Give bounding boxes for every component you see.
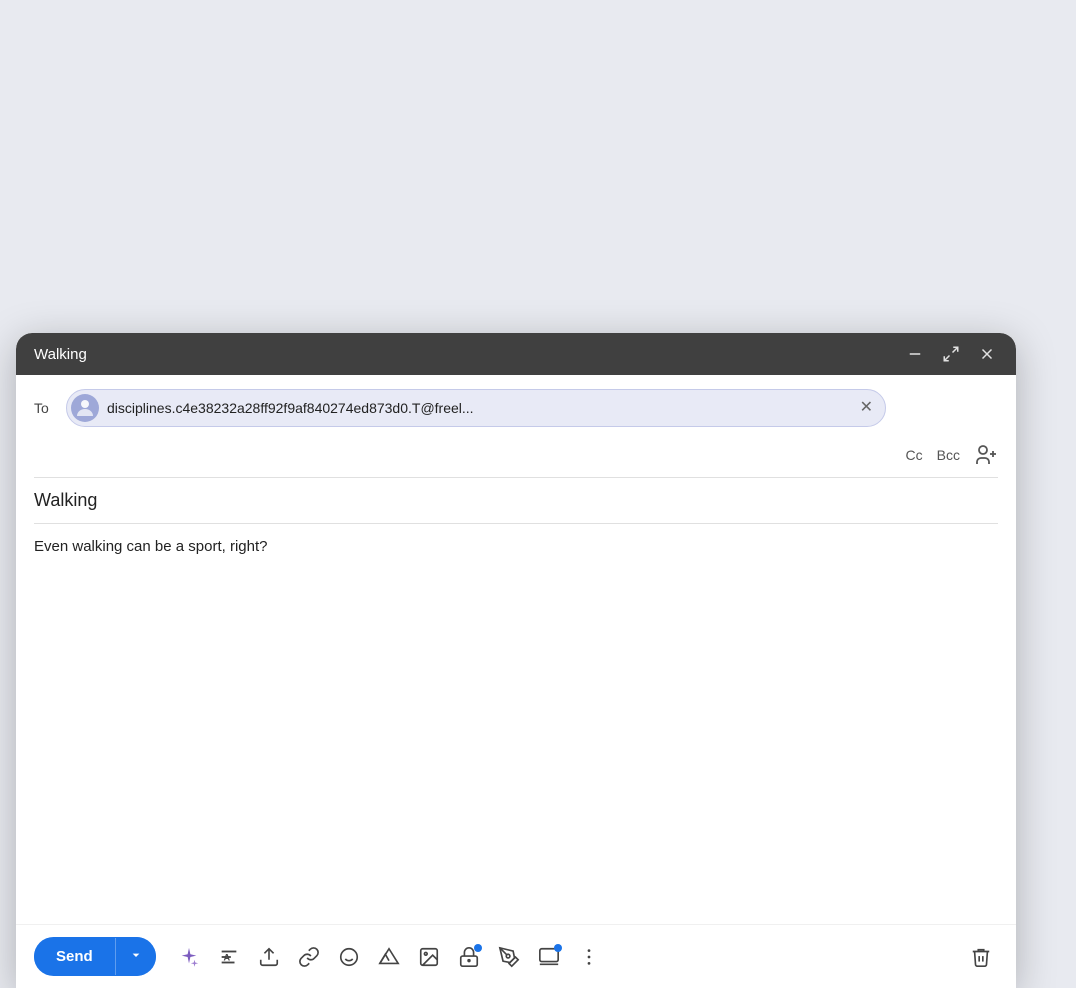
bcc-button[interactable]: Bcc: [937, 447, 960, 463]
to-label: To: [34, 400, 54, 416]
emoji-button[interactable]: [332, 940, 366, 974]
discard-button[interactable]: [964, 940, 998, 974]
compose-window: Walking: [16, 333, 1016, 988]
send-button-group: Send: [34, 937, 156, 976]
toolbar: Send A: [16, 924, 1016, 988]
recipient-chip[interactable]: disciplines.c4e38232a28ff92f9af840274ed8…: [66, 389, 886, 427]
add-recipients-button[interactable]: [974, 443, 998, 467]
send-dropdown-button[interactable]: [116, 937, 156, 976]
extras-dot: [554, 944, 562, 952]
title-bar: Walking: [16, 333, 1016, 375]
send-button[interactable]: Send: [34, 938, 116, 975]
photo-button[interactable]: [412, 940, 446, 974]
attach-button[interactable]: [252, 940, 286, 974]
confidential-button[interactable]: [452, 940, 486, 974]
formatting-button[interactable]: A: [212, 940, 246, 974]
subject-text: Walking: [34, 490, 97, 510]
body-text: Even walking can be a sport, right?: [34, 536, 998, 559]
ai-assist-button[interactable]: [172, 940, 206, 974]
signature-button[interactable]: [492, 940, 526, 974]
avatar: [71, 394, 99, 422]
drive-button[interactable]: [372, 940, 406, 974]
compose-title: Walking: [34, 346, 87, 363]
confidential-dot: [474, 944, 482, 952]
title-actions: [904, 343, 998, 365]
cc-button[interactable]: Cc: [906, 447, 923, 463]
confidential-extras-button[interactable]: [532, 940, 566, 974]
more-options-button[interactable]: [572, 940, 606, 974]
remove-recipient-button[interactable]: ✕: [858, 400, 875, 416]
recipient-email: disciplines.c4e38232a28ff92f9af840274ed8…: [107, 400, 850, 416]
close-button[interactable]: [976, 343, 998, 365]
cc-bcc-row: Cc Bcc: [16, 441, 1016, 477]
link-button[interactable]: [292, 940, 326, 974]
svg-text:A: A: [223, 952, 230, 962]
compose-body: To disciplines.c4e38232a28ff92f9af840274…: [16, 375, 1016, 988]
to-row: To disciplines.c4e38232a28ff92f9af840274…: [16, 375, 1016, 441]
expand-button[interactable]: [940, 343, 962, 365]
minimize-button[interactable]: [904, 343, 926, 365]
subject-row[interactable]: Walking: [16, 478, 1016, 523]
body-area[interactable]: Even walking can be a sport, right?: [16, 524, 1016, 924]
